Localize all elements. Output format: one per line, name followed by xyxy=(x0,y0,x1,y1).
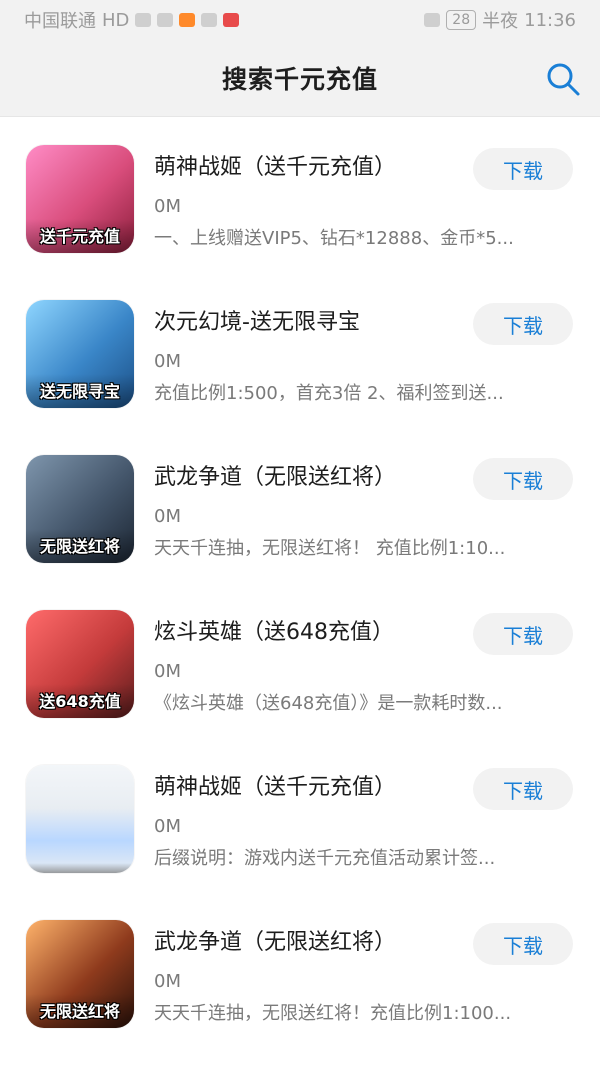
app-icon: 送千元充值 xyxy=(26,145,134,253)
download-button[interactable]: 下载 xyxy=(473,613,573,655)
app-icon-label: 无限送红将 xyxy=(26,994,134,1028)
download-button[interactable]: 下载 xyxy=(473,458,573,500)
status-bar: 中国联通 HD 28 半夜 11:36 xyxy=(0,0,600,40)
app-icon-label: 送无限寻宝 xyxy=(26,374,134,408)
app-description: 天天千连抽，无限送红将！ 充值比例1:10... xyxy=(154,538,506,559)
battery-indicator: 28 xyxy=(446,10,477,30)
app-size: 0M xyxy=(154,661,181,682)
app-icon-label: 无限送红将 xyxy=(26,529,134,563)
wifi-icon xyxy=(157,13,174,27)
app-size: 0M xyxy=(154,196,181,217)
book-app-icon xyxy=(223,13,240,27)
app-title[interactable]: 武龙争道（无限送红将） xyxy=(154,459,396,491)
app-icon: 无限送红将 xyxy=(26,920,134,1028)
app-icon: 送648充值 xyxy=(26,610,134,718)
list-item[interactable]: 萌神战姬（送千元充值） 0M 后缀说明：游戏内送千元充值活动累计签... 下载 xyxy=(0,737,600,892)
app-title[interactable]: 次元幻境-送无限寻宝 xyxy=(154,304,360,336)
list-item[interactable]: 送648充值 炫斗英雄（送648充值） 0M 《炫斗英雄（送648充值）》是一款… xyxy=(0,582,600,737)
download-button[interactable]: 下载 xyxy=(473,768,573,810)
result-list: 送千元充值 萌神战姬（送千元充值） 0M 一、上线赠送VIP5、钻石*12888… xyxy=(0,117,600,1047)
app-icon xyxy=(26,765,134,873)
app-icon: 无限送红将 xyxy=(26,455,134,563)
list-item[interactable]: 送千元充值 萌神战姬（送千元充值） 0M 一、上线赠送VIP5、钻石*12888… xyxy=(0,117,600,272)
search-icon xyxy=(547,63,580,96)
status-left: 中国联通 HD xyxy=(24,7,240,33)
download-button[interactable]: 下载 xyxy=(473,148,573,190)
list-item[interactable]: 送无限寻宝 次元幻境-送无限寻宝 0M 充值比例1:500，首充3倍 2、福利签… xyxy=(0,272,600,427)
night-label: 半夜 xyxy=(482,11,519,32)
app-size: 0M xyxy=(154,816,181,837)
app-description: 充值比例1:500，首充3倍 2、福利签到送... xyxy=(154,383,504,404)
app-description: 一、上线赠送VIP5、钻石*12888、金币*5... xyxy=(154,228,514,249)
header: 搜索千元充值 xyxy=(0,40,600,117)
list-item[interactable]: 无限送红将 武龙争道（无限送红将） 0M 天天千连抽，无限送红将！ 充值比例1:… xyxy=(0,427,600,582)
app-description: 《炫斗英雄（送648充值）》是一款耗时数... xyxy=(154,693,503,714)
app-description: 后缀说明：游戏内送千元充值活动累计签... xyxy=(154,848,496,869)
app-size: 0M xyxy=(154,351,181,372)
app-title[interactable]: 武龙争道（无限送红将） xyxy=(154,924,396,956)
search-button[interactable] xyxy=(544,60,582,98)
hd-badge: HD xyxy=(102,9,130,31)
download-button[interactable]: 下载 xyxy=(473,303,573,345)
eye-icon xyxy=(424,13,441,27)
clock-text: 11:36 xyxy=(524,9,576,31)
app-icon-label: 送648充值 xyxy=(26,684,134,718)
page-title: 搜索千元充值 xyxy=(221,65,378,94)
app-icon-label: 送千元充值 xyxy=(26,219,134,253)
carrier-text: 中国联通 xyxy=(24,11,96,32)
status-right: 28 半夜 11:36 xyxy=(424,7,576,33)
app-size: 0M xyxy=(154,506,181,527)
signal-icon xyxy=(135,13,152,27)
app-title[interactable]: 萌神战姬（送千元充值） xyxy=(154,769,396,801)
app-icon-label xyxy=(26,863,134,873)
list-item[interactable]: 无限送红将 武龙争道（无限送红将） 0M 天天千连抽，无限送红将！充值比例1:1… xyxy=(0,892,600,1047)
download-button[interactable]: 下载 xyxy=(473,923,573,965)
app-size: 0M xyxy=(154,971,181,992)
shield-icon xyxy=(201,13,218,27)
app-title[interactable]: 炫斗英雄（送648充值） xyxy=(154,614,394,646)
video-app-icon xyxy=(179,13,196,27)
app-icon: 送无限寻宝 xyxy=(26,300,134,408)
app-title[interactable]: 萌神战姬（送千元充值） xyxy=(154,149,396,181)
app-description: 天天千连抽，无限送红将！充值比例1:100... xyxy=(154,1003,512,1024)
